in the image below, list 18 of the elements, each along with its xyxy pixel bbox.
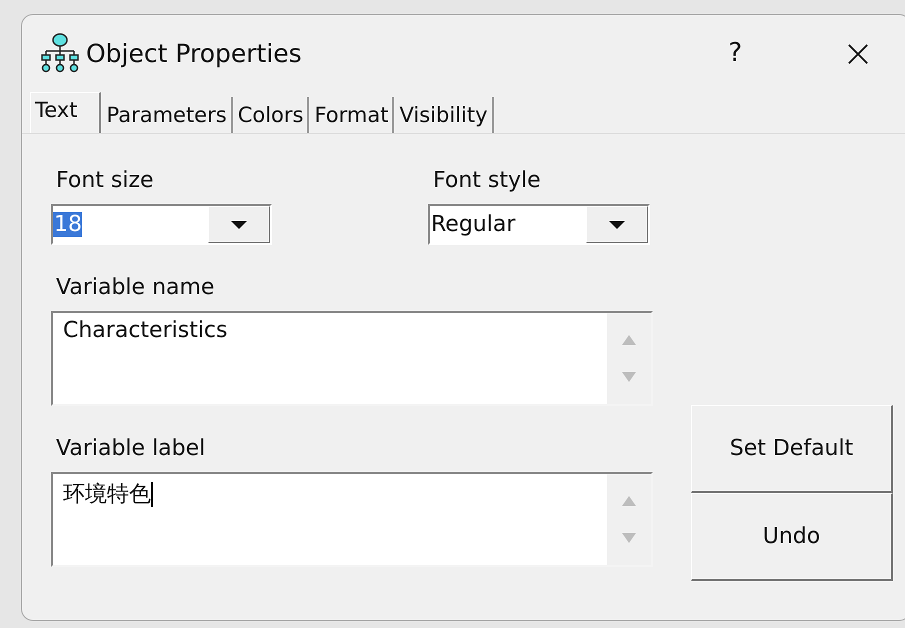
- scroll-down-icon[interactable]: [621, 371, 637, 384]
- scroll-up-icon[interactable]: [621, 334, 637, 346]
- field-label: Variable name: [56, 275, 214, 301]
- field-label: Font style: [433, 168, 541, 194]
- scroll-up-icon[interactable]: [621, 494, 637, 507]
- close-button[interactable]: ×: [842, 34, 874, 72]
- field-label: Font size: [56, 168, 154, 194]
- font-style-dropdown[interactable]: Regular: [428, 204, 650, 245]
- help-button[interactable]: ?: [728, 38, 742, 68]
- window-title: Object Properties: [86, 38, 303, 68]
- field-label: Variable label: [56, 436, 206, 462]
- variable-label-field[interactable]: 环境特色: [51, 472, 653, 567]
- scroll-down-icon[interactable]: [621, 532, 637, 544]
- tab[interactable]: Text: [30, 92, 102, 133]
- variable-name-field[interactable]: Characteristics: [51, 311, 653, 406]
- font-size-dropdown[interactable]: 18: [51, 204, 272, 245]
- dialog-button[interactable]: Set Default: [691, 405, 893, 493]
- dialog-button[interactable]: Undo: [691, 493, 893, 581]
